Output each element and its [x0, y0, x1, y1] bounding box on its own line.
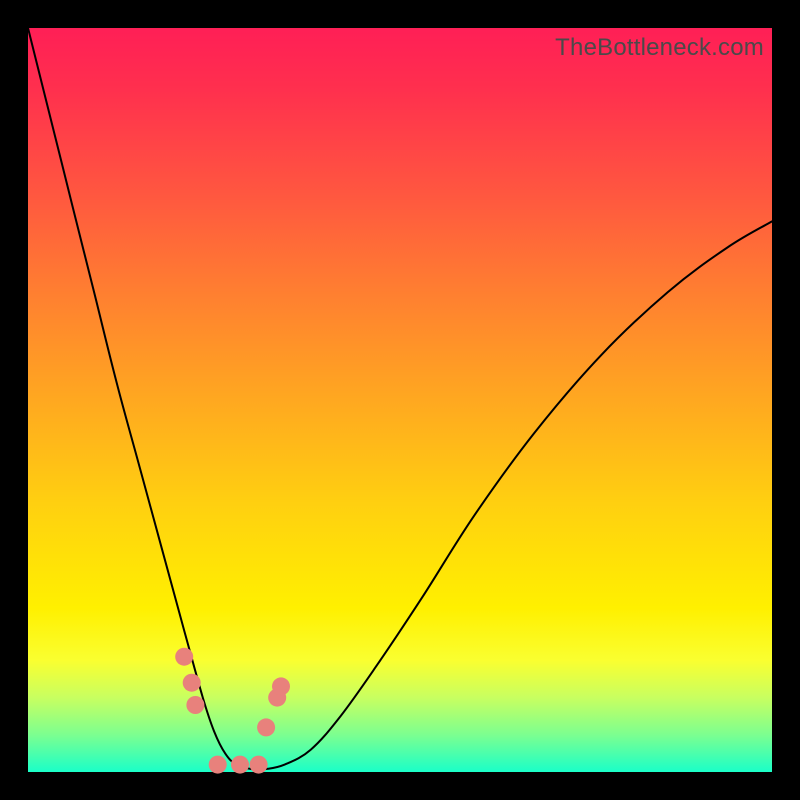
plot-area: TheBottleneck.com: [28, 28, 772, 772]
highlight-dot: [186, 696, 204, 714]
chart-frame: TheBottleneck.com: [0, 0, 800, 800]
highlight-dot: [209, 756, 227, 774]
highlight-dot: [257, 718, 275, 736]
highlight-dot: [272, 677, 290, 695]
highlight-dot: [231, 756, 249, 774]
highlight-dot: [175, 648, 193, 666]
highlight-dot: [250, 756, 268, 774]
highlight-dot: [183, 674, 201, 692]
curve-svg: [28, 28, 772, 772]
highlight-dots-group: [175, 648, 290, 774]
bottleneck-curve: [28, 28, 772, 770]
